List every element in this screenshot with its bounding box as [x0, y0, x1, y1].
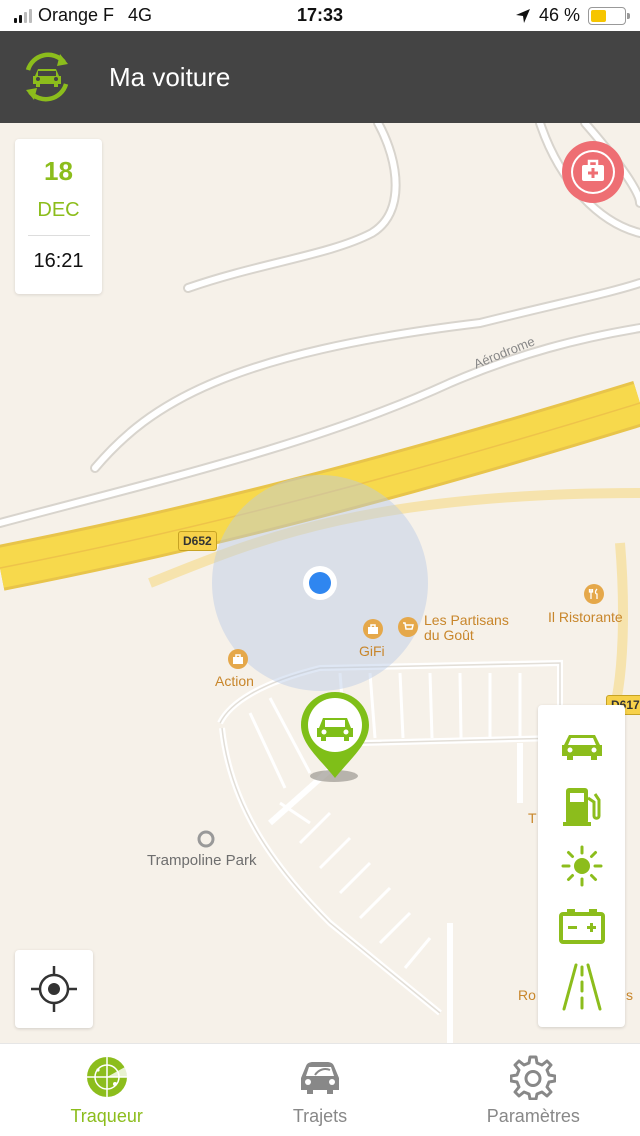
side-toolbar — [538, 705, 625, 1027]
tab-label-traqueur: Traqueur — [70, 1106, 143, 1126]
sun-icon — [561, 845, 602, 887]
crosshair-icon — [31, 966, 77, 1012]
parking-month: DEC — [37, 199, 80, 221]
tab-label-parametres: Paramètres — [486, 1106, 580, 1126]
car-tool-button[interactable] — [558, 721, 606, 769]
poi-trampoline-park: Trampoline Park — [147, 852, 257, 869]
battery-icon — [558, 909, 605, 945]
restaurant-icon — [584, 584, 604, 604]
tab-parametres[interactable]: Paramètres — [427, 1044, 640, 1136]
poi-gifi: GiFi — [359, 643, 385, 659]
fuel-pump-icon — [562, 787, 600, 826]
tab-trajets[interactable]: Trajets — [213, 1044, 426, 1136]
shop-icon — [363, 619, 383, 639]
carrier-name: Orange F — [38, 5, 115, 25]
poi-partisans-line2: du Goût — [424, 627, 474, 643]
poi-ristorante: Il Ristorante — [548, 609, 623, 625]
first-aid-button[interactable] — [562, 141, 624, 203]
place-dot-icon — [197, 830, 215, 848]
poi-partial-ro: Ro — [518, 987, 536, 1003]
shop-icon — [228, 649, 248, 669]
parking-date-card: 18 DEC 16:21 — [15, 139, 102, 294]
battery-percent: 46 % — [538, 5, 580, 25]
road-shield-d652: D652 — [178, 531, 217, 551]
parking-day: 18 — [44, 156, 73, 186]
battery-icon — [588, 6, 630, 25]
poi-action: Action — [215, 673, 254, 689]
fuel-tool-button[interactable] — [558, 782, 606, 830]
radar-icon — [86, 1057, 127, 1097]
poi-partisans-line1: Les Partisans — [424, 612, 509, 628]
locate-me-button[interactable] — [15, 950, 93, 1028]
page-title: Ma voiture — [109, 61, 231, 92]
car-icon — [561, 735, 602, 761]
location-arrow-icon — [515, 8, 530, 23]
date-divider — [27, 235, 90, 236]
road-tool-button[interactable] — [558, 963, 606, 1011]
tab-label-trajets: Trajets — [292, 1106, 348, 1126]
network-type: 4G — [128, 5, 153, 25]
map-view[interactable]: Aérodrome D652 D617 GiFi Les Partisans d… — [0, 123, 640, 1043]
road-icon — [562, 963, 601, 1011]
tab-bar: Traqueur Trajets Paramètres — [0, 1043, 640, 1136]
first-aid-kit-icon — [571, 150, 615, 194]
cart-icon — [398, 617, 418, 637]
app-header: Ma voiture — [0, 31, 640, 123]
gear-icon — [510, 1055, 557, 1100]
car-front-icon — [300, 1062, 339, 1094]
car-sync-icon[interactable] — [18, 48, 76, 106]
poi-partial-t: T — [528, 810, 537, 826]
status-bar: Orange F 4G 17:33 46 % — [0, 0, 640, 31]
car-location-pin[interactable] — [299, 690, 371, 780]
weather-tool-button[interactable] — [558, 842, 606, 890]
battery-tool-button[interactable] — [558, 902, 606, 950]
poi-partial-s: s — [626, 987, 633, 1003]
signal-icon — [14, 8, 32, 23]
tab-traqueur[interactable]: Traqueur — [0, 1044, 213, 1136]
parking-time: 16:21 — [33, 250, 84, 272]
